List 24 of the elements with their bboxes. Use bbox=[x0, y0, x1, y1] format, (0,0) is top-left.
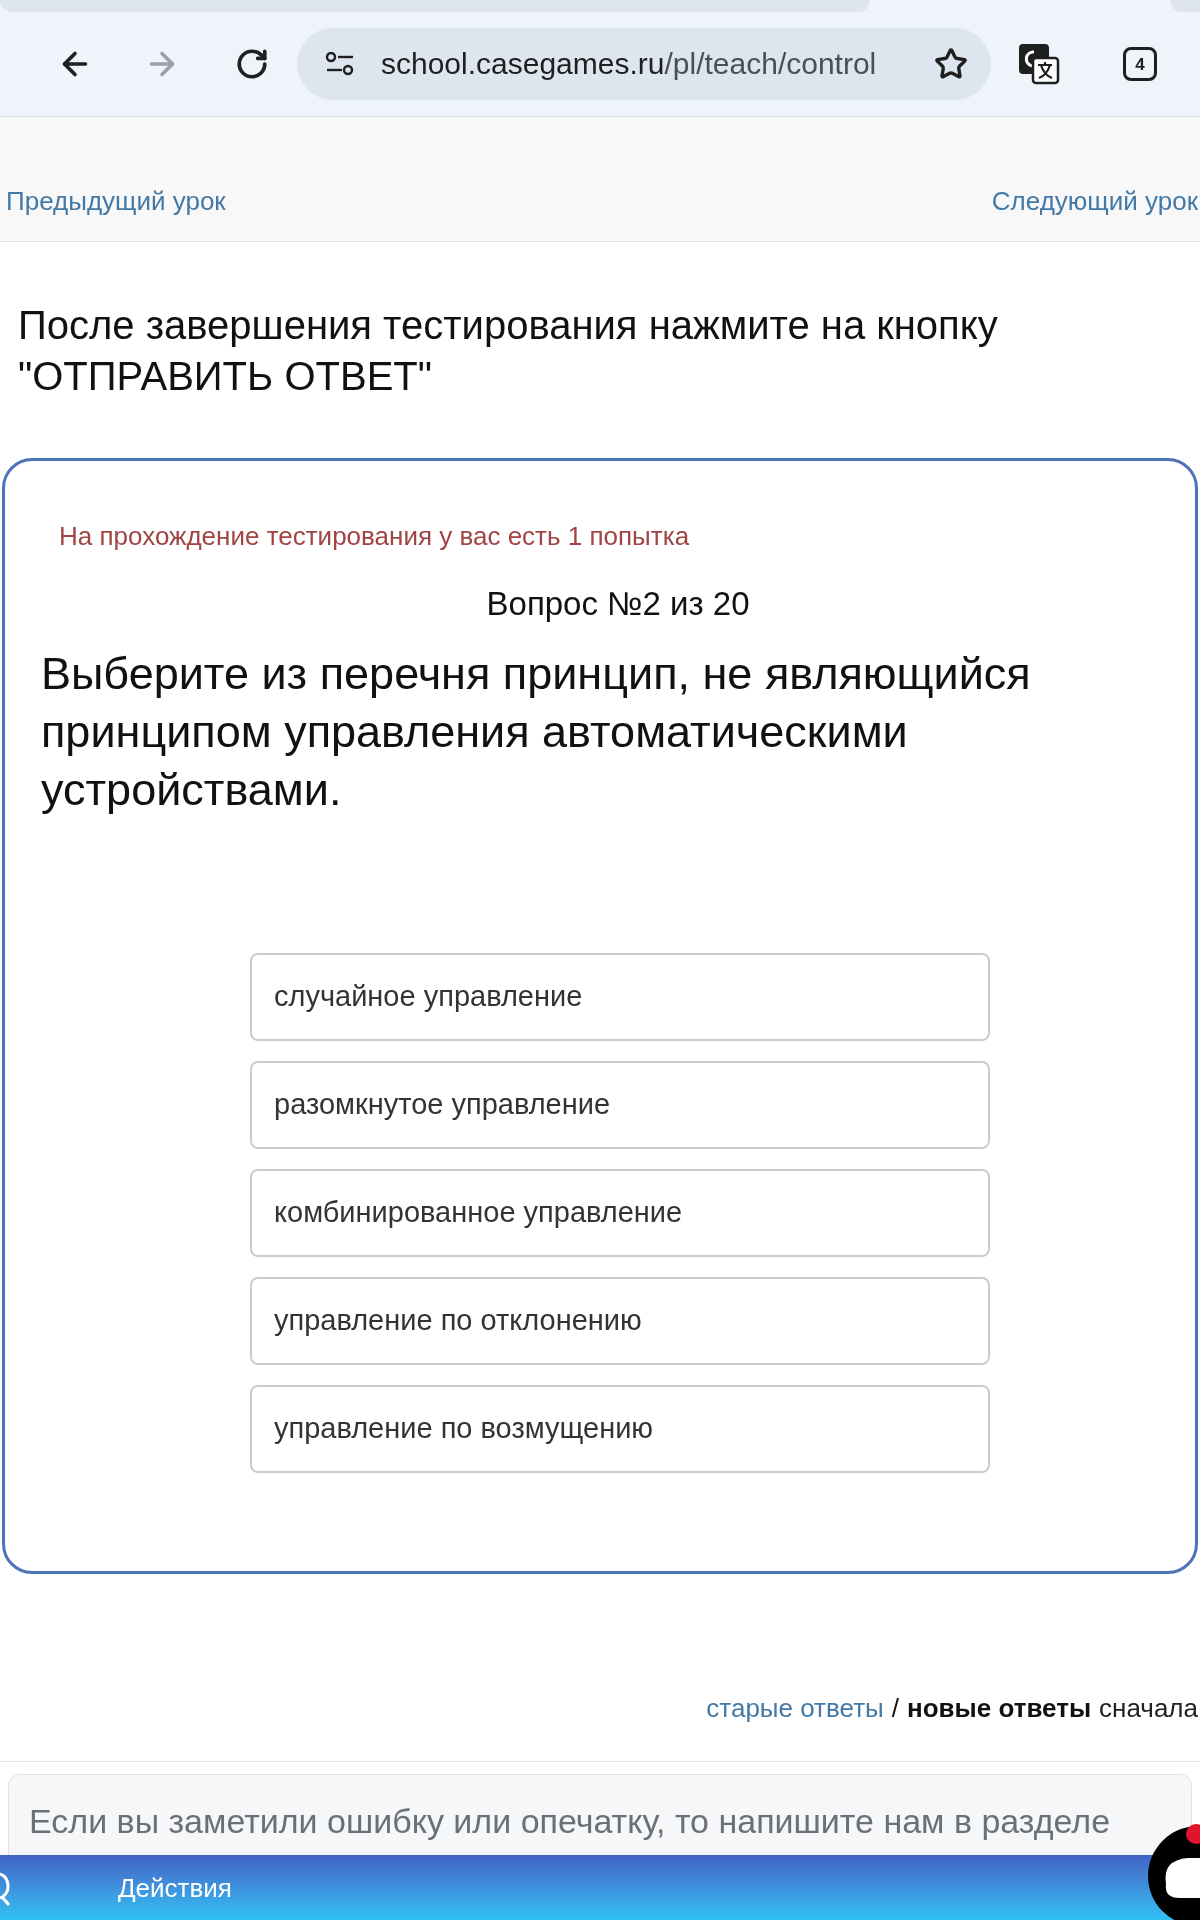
star-icon bbox=[934, 47, 968, 81]
attempts-note: На прохождение тестирования у вас есть 1 попытка bbox=[59, 520, 690, 552]
answer-option[interactable]: разомкнутое управление bbox=[250, 1061, 990, 1149]
reload-icon bbox=[235, 47, 269, 81]
answer-option[interactable]: комбинированное управление bbox=[250, 1169, 990, 1257]
notice-text: Если вы заметили ошибку или опечатку, то напишите нам в разделе bbox=[29, 1801, 1112, 1842]
instruction-text: После завершения тестирования нажмите на кнопку "ОТПРАВИТЬ ОТВЕТ" bbox=[18, 302, 999, 400]
translate-button[interactable] bbox=[1017, 42, 1061, 86]
tab-count-button[interactable]: 4 bbox=[1123, 47, 1157, 81]
previous-lesson-link[interactable]: Предыдущий урок bbox=[6, 185, 226, 217]
question-counter: Вопрос №2 из 20 bbox=[486, 585, 750, 623]
url-text[interactable]: school.casegames.ru/pl/teach/control bbox=[381, 46, 877, 82]
sort-link[interactable]: новые ответы bbox=[907, 1692, 1092, 1724]
translate-icon bbox=[1018, 43, 1060, 85]
question-text: Выберите из перечня принцип, не являющийся принципом управления автоматическими устройствами. bbox=[41, 647, 1032, 817]
answer-option[interactable]: случайное управление bbox=[250, 953, 990, 1041]
next-lesson-link[interactable]: Следующий урок bbox=[991, 185, 1198, 217]
sort-link[interactable]: старые ответы bbox=[706, 1692, 884, 1724]
address-bar[interactable]: school.casegames.ru/pl/teach/control bbox=[297, 28, 991, 100]
answer-option[interactable]: управление по отклонению bbox=[250, 1277, 990, 1365]
site-settings-icon[interactable] bbox=[325, 52, 355, 76]
answer-option[interactable]: управление по возмущению bbox=[250, 1385, 990, 1473]
sort-suffix-text: сначала bbox=[1099, 1692, 1198, 1724]
separator-text: / bbox=[891, 1692, 899, 1724]
